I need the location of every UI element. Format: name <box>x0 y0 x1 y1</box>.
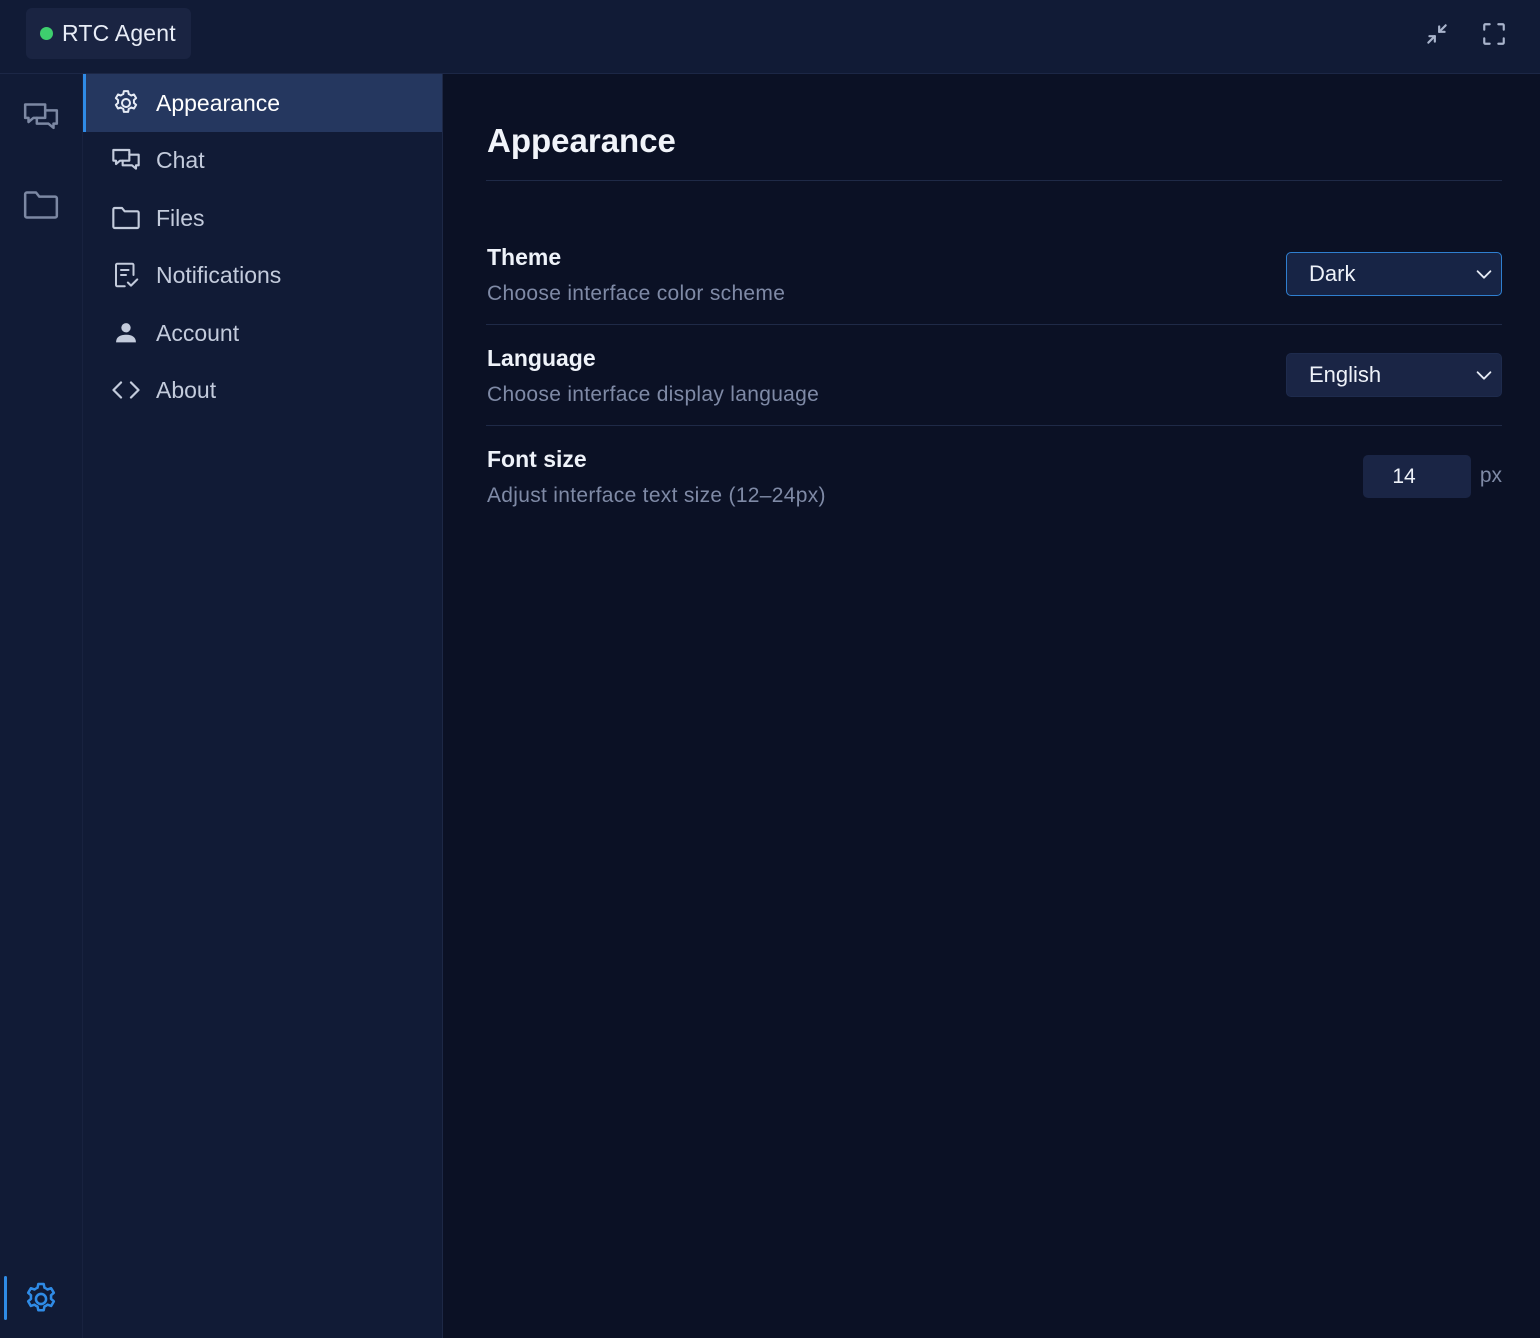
chevron-down-icon <box>1476 270 1492 279</box>
nav-item-label: Chat <box>156 146 205 173</box>
page-title: Appearance <box>487 122 676 159</box>
chat-icon <box>23 103 59 130</box>
font-size-setting: Font size Adjust interface text size (12… <box>486 426 1502 527</box>
chevron-down-icon <box>1476 371 1492 380</box>
theme-select[interactable]: Dark <box>1286 252 1502 296</box>
setting-description: Adjust interface text size (12–24px) <box>487 484 826 507</box>
nav-item-files[interactable]: Files <box>83 189 442 247</box>
nav-item-label: Files <box>156 204 205 231</box>
person-icon <box>110 317 142 349</box>
collapse-icon <box>1427 24 1447 44</box>
gear-icon <box>110 87 142 119</box>
nav-item-label: Account <box>156 319 240 346</box>
select-value: Dark <box>1309 261 1356 286</box>
setting-label: Font size <box>487 446 587 472</box>
nav-item-notifications[interactable]: Notifications <box>83 246 442 304</box>
nav-item-chat[interactable]: Chat <box>83 131 442 189</box>
settings-panel: Appearance Theme Choose interface color … <box>443 74 1540 1338</box>
folder-icon <box>23 191 59 219</box>
rail-active-indicator <box>4 1276 7 1320</box>
gear-icon <box>26 1282 56 1312</box>
language-setting: Language Choose interface display langua… <box>486 325 1502 426</box>
status-indicator <box>40 27 53 40</box>
folder-icon <box>110 202 142 234</box>
fullscreen-button[interactable] <box>1478 18 1510 50</box>
language-select[interactable]: English <box>1286 353 1502 397</box>
collapse-button[interactable] <box>1421 18 1453 50</box>
nav-item-label: Notifications <box>156 261 282 288</box>
title-bar: RTC Agent <box>0 0 1540 74</box>
rail-settings-button[interactable] <box>14 1272 68 1326</box>
select-value: English <box>1309 362 1382 387</box>
checklist-icon <box>110 259 142 291</box>
divider <box>486 180 1502 181</box>
code-icon <box>110 374 142 406</box>
app-badge: RTC Agent <box>26 8 191 59</box>
fullscreen-icon <box>1483 23 1505 45</box>
theme-setting: Theme Choose interface color scheme Dark <box>486 224 1502 325</box>
nav-item-label: About <box>156 376 217 403</box>
setting-description: Choose interface display language <box>487 383 820 406</box>
setting-label: Language <box>487 345 596 371</box>
nav-item-label: Appearance <box>156 89 281 116</box>
setting-label: Theme <box>487 244 562 270</box>
nav-item-appearance[interactable]: Appearance <box>83 74 442 132</box>
icon-rail <box>0 74 83 1338</box>
rail-chat-button[interactable] <box>14 90 68 144</box>
font-size-input[interactable] <box>1363 455 1471 498</box>
unit-label: px <box>1479 464 1502 487</box>
nav-item-account[interactable]: Account <box>83 304 442 362</box>
setting-description: Choose interface color scheme <box>487 282 786 305</box>
settings-nav: Appearance Chat Files Notifications Acco… <box>83 74 443 1338</box>
app-title: RTC Agent <box>62 20 176 46</box>
rail-files-button[interactable] <box>14 178 68 232</box>
chat-icon <box>110 144 142 176</box>
nav-item-about[interactable]: About <box>83 361 442 419</box>
